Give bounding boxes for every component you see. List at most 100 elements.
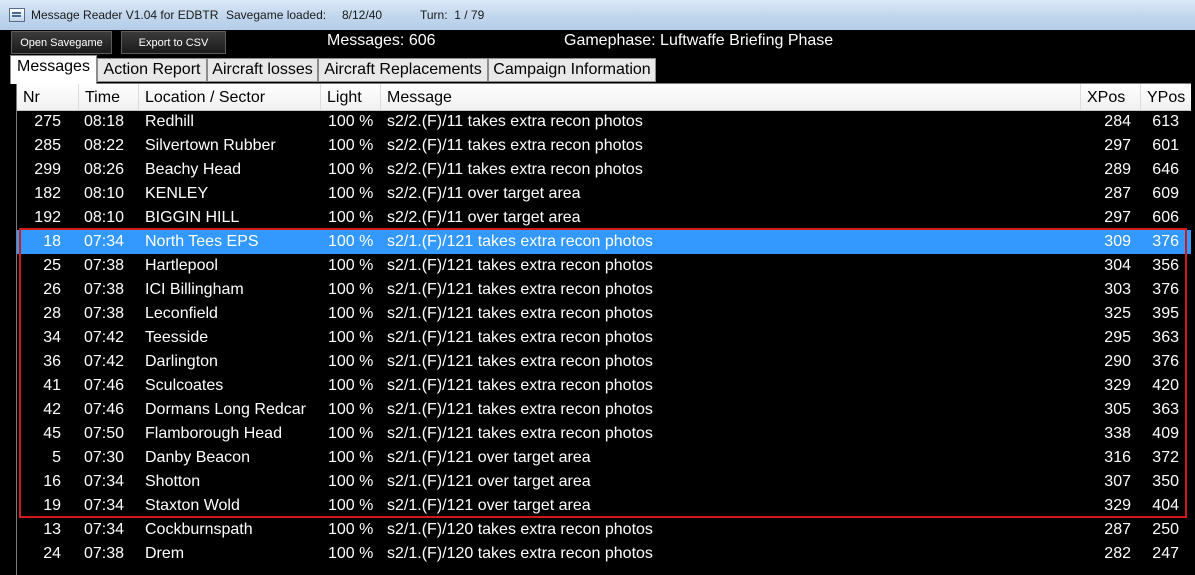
table-row[interactable]: 16 07:34 Shotton 100 % s2/1.(F)/121 over tar… — [17, 470, 1191, 494]
table-row[interactable]: 24 07:38 Drem 100 % s2/1.(F)/120 takes extra… — [17, 542, 1191, 566]
open-savegame-button[interactable]: Open Savegame — [11, 31, 112, 54]
cell-ypos: 356 — [1152, 257, 1179, 274]
column-header-location[interactable]: Location / Sector — [139, 84, 321, 110]
cell-xpos: 338 — [1104, 425, 1131, 442]
column-header-time[interactable]: Time — [79, 84, 139, 110]
tab-aircraft-replacements[interactable]: Aircraft Replacements — [318, 58, 488, 82]
cell-nr: 36 — [43, 353, 61, 370]
cell-ypos: 376 — [1152, 233, 1179, 250]
cell-time: 08:10 — [84, 185, 125, 202]
cell-message: s2/1.(F)/121 takes extra recon photos — [387, 257, 653, 274]
cell-time: 08:10 — [84, 209, 125, 226]
cell-nr: 275 — [34, 113, 61, 130]
cell-location: Darlington — [145, 353, 218, 370]
cell-light: 100 % — [328, 233, 374, 250]
cell-location: Silvertown Rubber — [145, 137, 276, 154]
table-row[interactable]: 299 08:26 Beachy Head 100 % s2/2.(F)/11 take… — [17, 158, 1191, 182]
cell-xpos: 309 — [1104, 233, 1131, 250]
table-row[interactable]: 28 07:38 Leconfield 100 % s2/1.(F)/121 takes… — [17, 302, 1191, 326]
cell-nr: 18 — [43, 233, 61, 250]
table-header: Nr Time Location / Sector Light Message … — [17, 84, 1191, 111]
table-row[interactable]: 192 08:10 BIGGIN HILL 100 % s2/2.(F)/11 over… — [17, 206, 1191, 230]
cell-nr: 24 — [43, 545, 61, 562]
cell-time: 07:34 — [84, 521, 125, 538]
cell-nr: 192 — [34, 209, 61, 226]
cell-location: Cockburnspath — [145, 521, 253, 538]
cell-nr: 26 — [43, 281, 61, 298]
cell-light: 100 % — [328, 425, 374, 442]
table-row[interactable]: 41 07:46 Sculcoates 100 % s2/1.(F)/121 takes… — [17, 374, 1191, 398]
cell-message: s2/2.(F)/11 over target area — [387, 209, 581, 226]
cell-location: Sculcoates — [145, 377, 224, 394]
table-row[interactable]: 182 08:10 KENLEY 100 % s2/2.(F)/11 over targ… — [17, 182, 1191, 206]
tab-messages[interactable]: Messages — [10, 55, 97, 84]
cell-message: s2/1.(F)/120 takes extra recon photos — [387, 521, 653, 538]
messages-count: Messages: 606 — [327, 32, 436, 49]
cell-time: 07:50 — [84, 425, 125, 442]
cell-location: Redhill — [145, 113, 194, 130]
table-row[interactable]: 36 07:42 Darlington 100 % s2/1.(F)/121 takes… — [17, 350, 1191, 374]
cell-location: Staxton Wold — [145, 497, 240, 514]
cell-ypos: 609 — [1152, 185, 1179, 202]
column-header-light[interactable]: Light — [321, 84, 381, 110]
table-row[interactable]: 5 07:30 Danby Beacon 100 % s2/1.(F)/121 over… — [17, 446, 1191, 470]
table-row[interactable]: 19 07:34 Staxton Wold 100 % s2/1.(F)/121 ove… — [17, 494, 1191, 518]
cell-xpos: 295 — [1104, 329, 1131, 346]
cell-xpos: 329 — [1104, 497, 1131, 514]
tab-campaign-information[interactable]: Campaign Information — [488, 58, 656, 82]
table-row[interactable]: 25 07:38 Hartlepool 100 % s2/1.(F)/121 takes… — [17, 254, 1191, 278]
column-header-ypos[interactable]: YPos — [1141, 84, 1191, 110]
tab-aircraft-losses[interactable]: Aircraft losses — [207, 58, 318, 82]
cell-light: 100 % — [328, 401, 374, 418]
cell-nr: 13 — [43, 521, 61, 538]
cell-time: 07:42 — [84, 353, 125, 370]
cell-message: s2/1.(F)/121 over target area — [387, 497, 591, 514]
table-row[interactable]: 26 07:38 ICI Billingham 100 % s2/1.(F)/121 t… — [17, 278, 1191, 302]
cell-location: Hartlepool — [145, 257, 218, 274]
cell-ypos: 372 — [1152, 449, 1179, 466]
cell-xpos: 325 — [1104, 305, 1131, 322]
cell-ypos: 606 — [1152, 209, 1179, 226]
table-row[interactable]: 45 07:50 Flamborough Head 100 % s2/1.(F)/121… — [17, 422, 1191, 446]
cell-xpos: 329 — [1104, 377, 1131, 394]
cell-ypos: 250 — [1152, 521, 1179, 538]
cell-message: s2/1.(F)/121 takes extra recon photos — [387, 377, 653, 394]
table-row[interactable]: 13 07:34 Cockburnspath 100 % s2/1.(F)/120 ta… — [17, 518, 1191, 542]
cell-location: Flamborough Head — [145, 425, 282, 442]
cell-nr: 25 — [43, 257, 61, 274]
cell-time: 07:42 — [84, 329, 125, 346]
table-row-selected[interactable]: 18 07:34 North Tees EPS 100 % s2/1.(F)/121 t… — [17, 230, 1191, 254]
cell-location: KENLEY — [145, 185, 209, 202]
column-header-xpos[interactable]: XPos — [1081, 84, 1141, 110]
cell-message: s2/1.(F)/121 takes extra recon photos — [387, 353, 653, 370]
cell-light: 100 % — [328, 521, 374, 538]
cell-message: s2/1.(F)/121 takes extra recon photos — [387, 425, 653, 442]
tab-action-report[interactable]: Action Report — [97, 58, 207, 82]
table-row[interactable]: 275 08:18 Redhill 100 % s2/2.(F)/11 takes ex… — [17, 110, 1191, 134]
table-row[interactable]: 285 08:22 Silvertown Rubber 100 % s2/2.(F)/1… — [17, 134, 1191, 158]
cell-message: s2/2.(F)/11 takes extra recon photos — [387, 113, 643, 130]
column-header-nr[interactable]: Nr — [17, 84, 79, 110]
table-row[interactable]: 34 07:42 Teesside 100 % s2/1.(F)/121 takes e… — [17, 326, 1191, 350]
cell-light: 100 % — [328, 545, 374, 562]
cell-ypos: 404 — [1152, 497, 1179, 514]
cell-nr: 299 — [34, 161, 61, 178]
cell-location: North Tees EPS — [145, 233, 259, 250]
cell-nr: 19 — [43, 497, 61, 514]
cell-message: s2/1.(F)/121 takes extra recon photos — [387, 329, 653, 346]
cell-xpos: 284 — [1104, 113, 1131, 130]
cell-message: s2/1.(F)/120 takes extra recon photos — [387, 545, 653, 562]
column-header-message[interactable]: Message — [381, 84, 1081, 110]
app-icon — [9, 8, 25, 22]
cell-light: 100 % — [328, 473, 374, 490]
cell-ypos: 613 — [1152, 113, 1179, 130]
export-csv-button[interactable]: Export to CSV — [121, 31, 226, 54]
cell-xpos: 297 — [1104, 137, 1131, 154]
cell-message: s2/2.(F)/11 takes extra recon photos — [387, 161, 643, 178]
cell-light: 100 % — [328, 209, 374, 226]
cell-nr: 41 — [43, 377, 61, 394]
cell-location: Shotton — [145, 473, 201, 490]
cell-light: 100 % — [328, 305, 374, 322]
messages-table: Nr Time Location / Sector Light Message … — [16, 83, 1191, 575]
table-row[interactable]: 42 07:46 Dormans Long Redcar 100 % s2/1.(F)/… — [17, 398, 1191, 422]
